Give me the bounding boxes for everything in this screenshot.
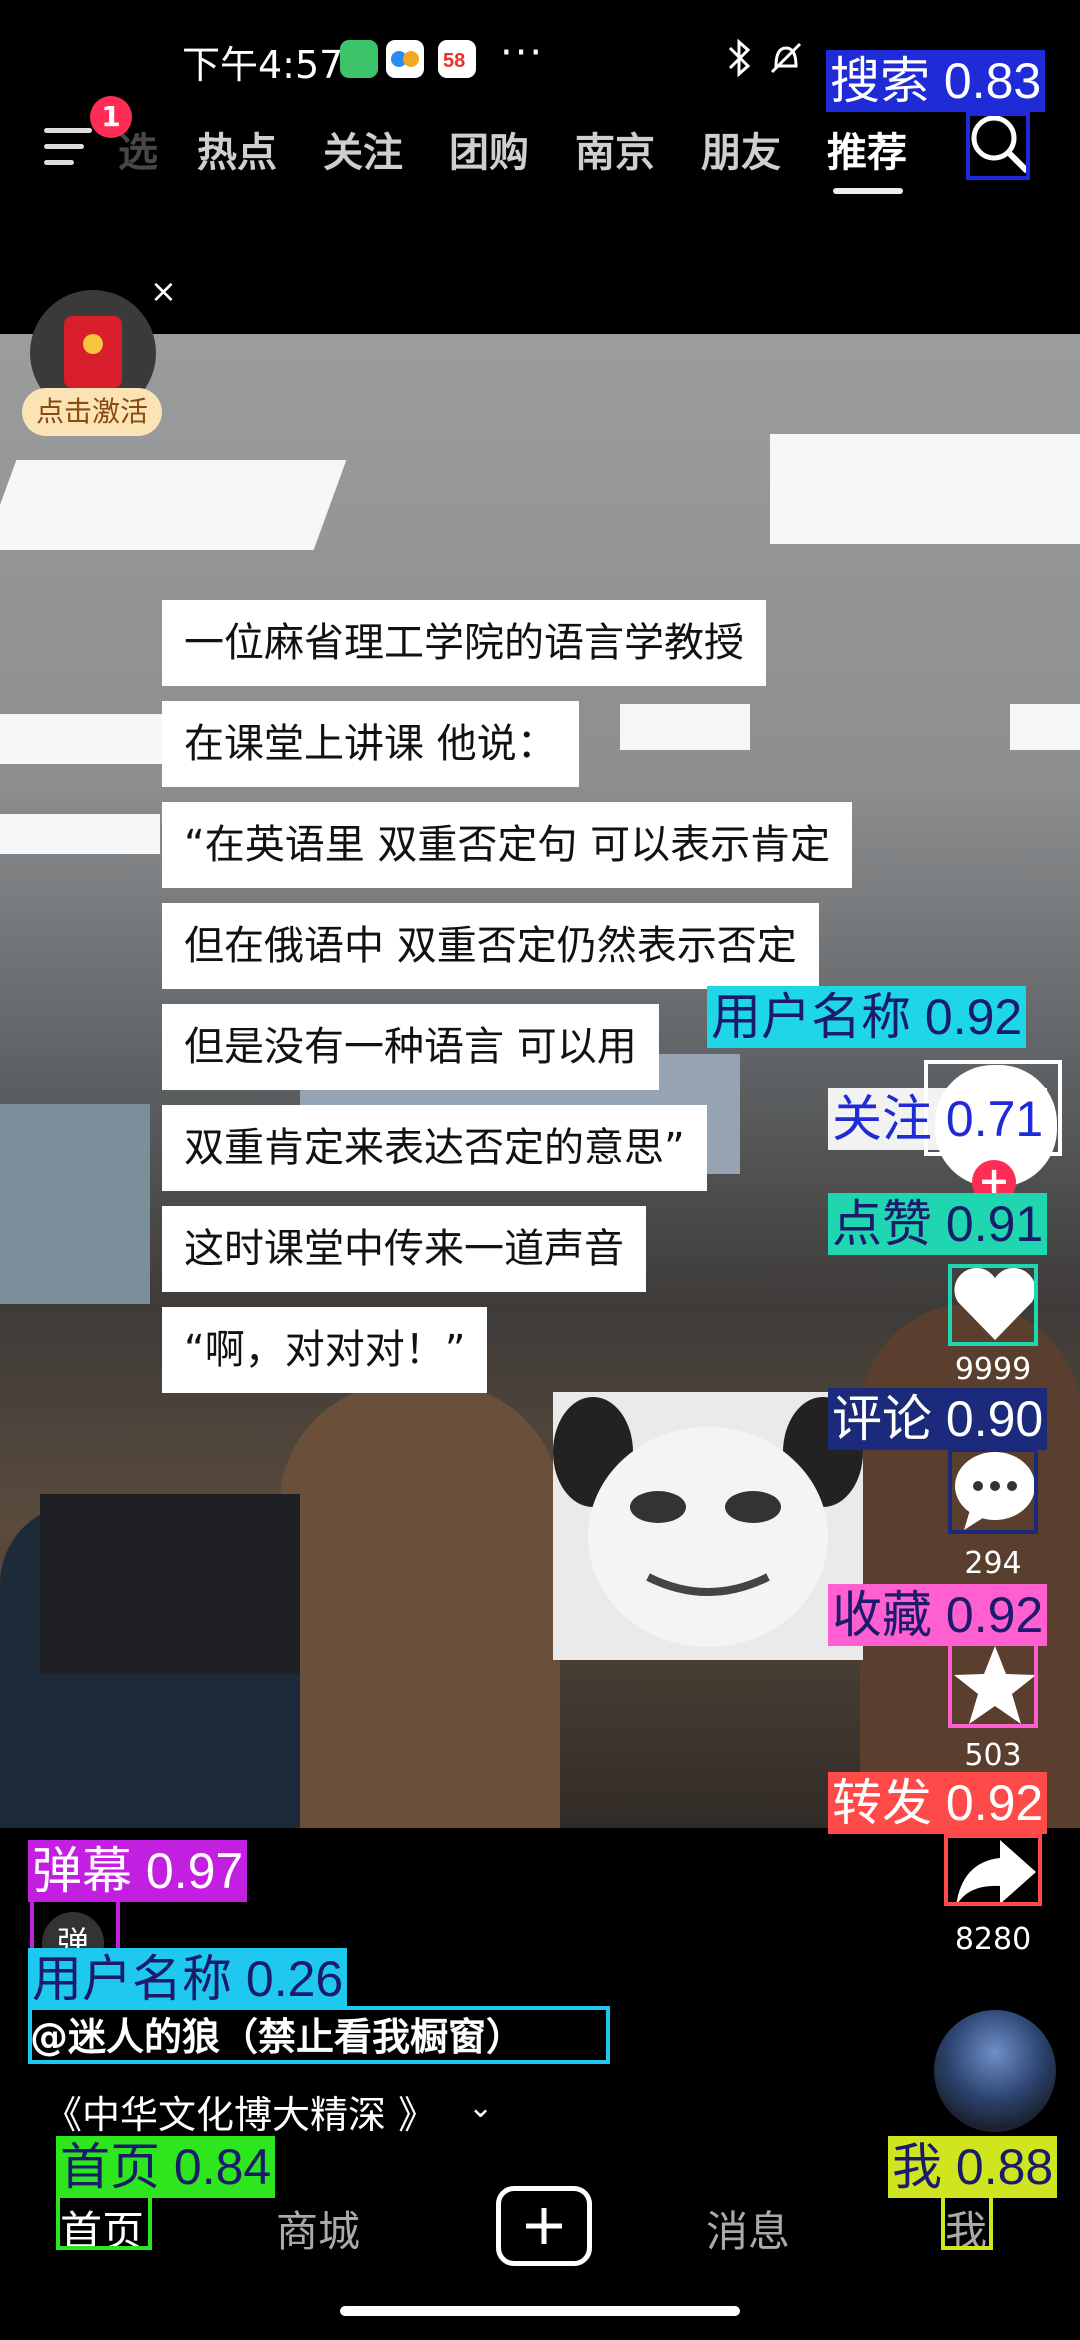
active-tab-indicator [833, 188, 903, 194]
detection-box-favorite [948, 1642, 1038, 1728]
laptop [40, 1494, 300, 1674]
music-disc-avatar[interactable] [934, 2010, 1056, 2132]
detection-label-home: 首页 0.84 [56, 2136, 276, 2198]
detection-box-home [56, 2194, 152, 2250]
detection-label-search: 搜索 0.83 [826, 50, 1046, 112]
detection-label-comment: 评论 0.90 [828, 1388, 1048, 1450]
mute-bell-icon [766, 38, 806, 82]
svg-text:58: 58 [443, 50, 465, 72]
detection-label-danmaku: 弹幕 0.97 [28, 1840, 248, 1902]
detection-label-username: 用户名称 0.26 [28, 1948, 348, 2010]
detection-label-me: 我 0.88 [888, 2136, 1058, 2198]
detection-box-comment [948, 1448, 1038, 1534]
detection-box-me [941, 2194, 993, 2250]
video-title[interactable]: 《中华文化博大精深 》 [44, 2084, 436, 2139]
nav-mall[interactable]: 商城 [276, 2198, 360, 2259]
panda-meme-face-icon [553, 1397, 863, 1647]
home-indicator [340, 2306, 740, 2316]
activate-label: 点击激活 [22, 388, 162, 436]
expand-title-chevron-icon[interactable]: ⌄ [468, 2090, 493, 2125]
ceiling-light [620, 704, 750, 750]
world-map [0, 1104, 150, 1304]
caption-line: 双重肯定来表达否定的意思” [162, 1105, 707, 1191]
ceiling-light [0, 460, 347, 550]
detection-label-follow: 关注 0.71 [828, 1088, 1048, 1150]
bluetooth-icon [722, 38, 756, 82]
activate-red-envelope[interactable]: 点击激活 [22, 290, 162, 450]
create-button[interactable] [496, 2186, 592, 2266]
ceiling-light [0, 714, 170, 764]
tab-hot[interactable]: 热点 [197, 120, 277, 178]
tab-following[interactable]: 关注 [323, 120, 403, 178]
detection-box-username [28, 2006, 610, 2064]
ceiling-light [770, 434, 1080, 544]
caption-line: 但在俄语中 双重否定仍然表示否定 [162, 903, 819, 989]
tab-friends[interactable]: 朋友 [701, 120, 781, 178]
app-notification-icon [340, 40, 378, 78]
ceiling-light [0, 814, 160, 854]
menu-button[interactable] [44, 124, 96, 170]
tab-recommended[interactable]: 推荐 [827, 120, 907, 178]
comment-count: 294 [964, 1546, 1022, 1581]
share-count: 8280 [954, 1922, 1032, 1957]
detection-box-search [966, 112, 1030, 180]
status-time: 下午4:57 [182, 43, 344, 87]
app-notification-icon [386, 40, 424, 78]
nav-messages[interactable]: 消息 [706, 2198, 790, 2259]
detection-label-favorite: 收藏 0.92 [828, 1584, 1048, 1646]
favorite-count: 503 [964, 1738, 1022, 1773]
detection-box-share [944, 1834, 1042, 1906]
caption-line: 一位麻省理工学院的语言学教授 [162, 600, 766, 686]
tab-nanjing[interactable]: 南京 [575, 120, 655, 178]
like-count: 9999 [954, 1352, 1032, 1387]
tab-partial[interactable]: 选 [118, 120, 158, 178]
activate-close-icon[interactable]: × [150, 272, 177, 310]
caption-line: 在课堂上讲课 他说： [162, 701, 579, 787]
app-notification-icon: 58 [438, 40, 476, 78]
red-envelope-icon [64, 316, 122, 388]
student-silhouette [280, 1384, 560, 1828]
caption-line: 这时课堂中传来一道声音 [162, 1206, 646, 1292]
detection-box-like [948, 1264, 1038, 1346]
ceiling-light [1010, 704, 1080, 750]
plus-icon [526, 2208, 562, 2244]
tab-group-buy[interactable]: 团购 [449, 120, 529, 178]
detection-label-like: 点赞 0.91 [828, 1193, 1048, 1255]
caption-line: “在英语里 双重否定句 可以表示肯定 [162, 802, 853, 888]
meme-sticker [553, 1392, 863, 1660]
detection-label-username-top: 用户名称 0.92 [707, 986, 1027, 1048]
detection-label-share: 转发 0.92 [828, 1772, 1048, 1834]
more-notifications-icon: ··· [500, 30, 545, 76]
caption-line: 但是没有一种语言 可以用 [162, 1004, 659, 1090]
caption-line: “啊，对对对！” [162, 1307, 488, 1393]
